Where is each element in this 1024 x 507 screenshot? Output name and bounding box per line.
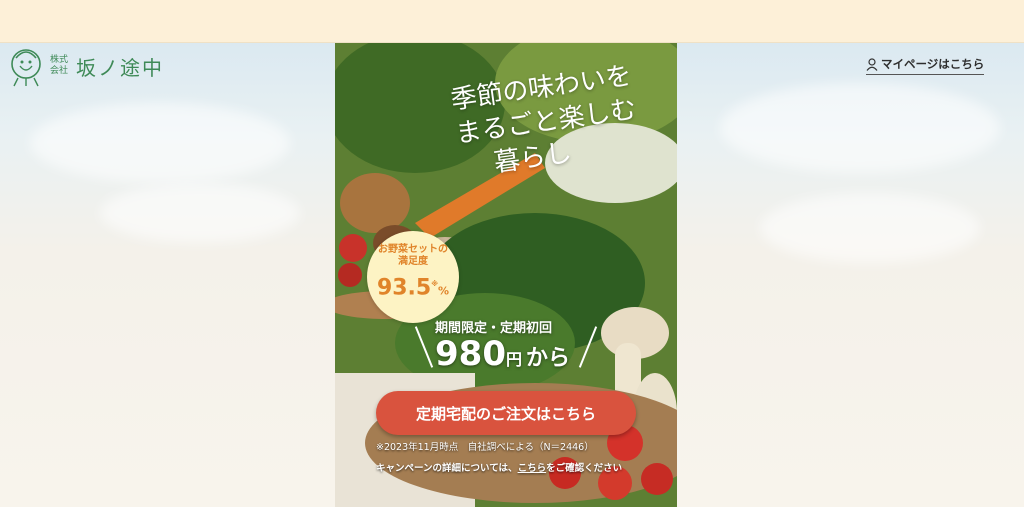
mypage-link[interactable]: マイページはこちら <box>866 56 985 75</box>
logo-subtext: 株式会社 <box>50 55 69 76</box>
badge-line-1: お野菜セットの <box>378 244 448 255</box>
hero-panel: 季節の味わいを まるごと楽しむ 暮らし お野菜セットの 満足度 93.5※% 期… <box>335 43 677 507</box>
campaign-note: キャンペーンの詳細については、こちらをご確認ください <box>376 463 623 474</box>
mypage-label: マイページはこちら <box>881 57 985 71</box>
offer-price: 980円 から <box>435 334 570 374</box>
logo-wordmark: 坂ノ途中 <box>76 55 164 80</box>
order-subscription-button[interactable]: 定期宅配のご注文はこちら <box>376 391 636 435</box>
price-suffix: から <box>526 346 571 371</box>
badge-line-2: 満足度 <box>398 256 428 267</box>
campaign-details-link[interactable]: こちら <box>518 463 547 474</box>
survey-footnote: ※2023年11月時点 自社調べによる（N＝2446） <box>376 442 594 453</box>
company-logo[interactable]: 株式会社 坂ノ途中 <box>8 44 164 88</box>
satisfaction-badge: お野菜セットの 満足度 93.5※% <box>367 231 459 323</box>
price-unit: 円 <box>505 350 522 369</box>
top-banner <box>0 0 1024 43</box>
badge-value: 93.5※% <box>376 275 450 301</box>
price-value: 980 <box>435 334 506 374</box>
logo-emblem-icon <box>11 49 41 87</box>
user-icon <box>866 57 878 71</box>
